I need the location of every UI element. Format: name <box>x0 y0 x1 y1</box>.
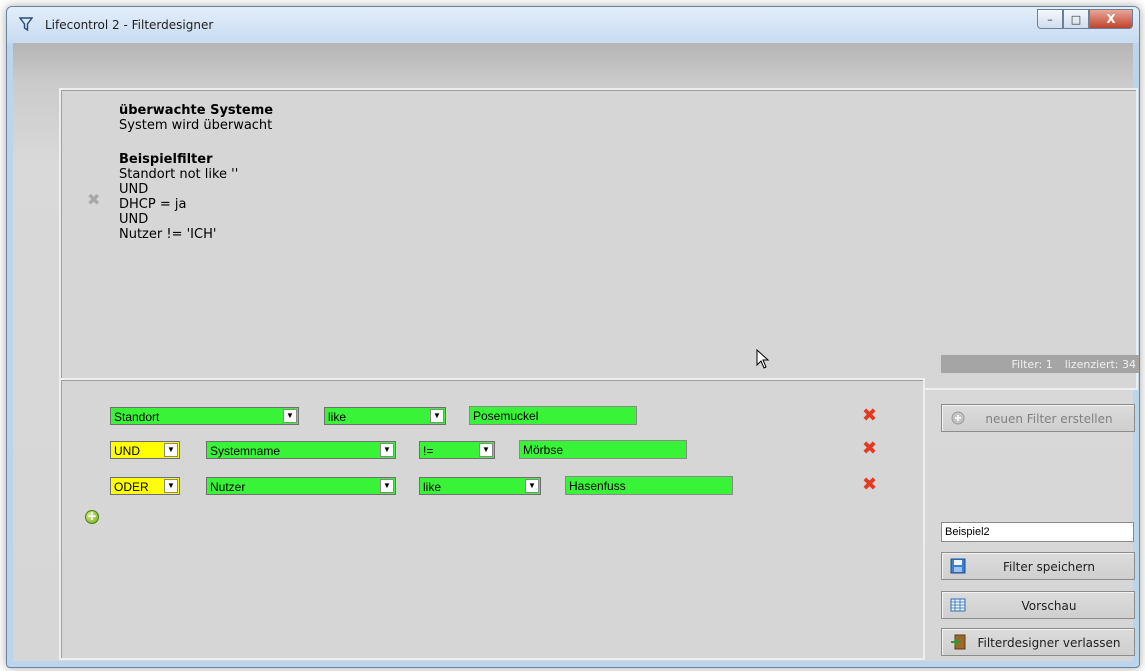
mouse-cursor-icon <box>756 348 770 373</box>
operator-dropdown[interactable]: like ▼ <box>324 407 446 425</box>
operator-dropdown-value: != <box>423 444 434 458</box>
maximize-icon: □ <box>1070 12 1082 26</box>
save-filter-label: Filter speichern <box>1002 560 1096 574</box>
chevron-down-icon[interactable]: ▼ <box>164 443 178 457</box>
window-controls: – □ X <box>1037 9 1133 29</box>
delete-condition-icon[interactable]: ✖ <box>862 440 877 458</box>
operator-dropdown[interactable]: != ▼ <box>419 441 495 459</box>
operator-dropdown-value: like <box>423 480 442 494</box>
value-field[interactable]: Mörbse <box>519 440 687 459</box>
operator-dropdown-value: like <box>328 410 347 424</box>
chevron-down-icon[interactable]: ▼ <box>525 479 539 493</box>
connector-dropdown[interactable]: UND ▼ <box>110 441 180 459</box>
connector-dropdown[interactable]: ODER ▼ <box>110 477 180 495</box>
monitored-text: System wird überwacht <box>119 118 273 133</box>
close-button[interactable]: X <box>1089 9 1133 29</box>
filter-editor-panel: Standort ▼ like ▼ Posemuckel ✖ UND ▼ Sys… <box>59 378 925 660</box>
field-dropdown[interactable]: Nutzer ▼ <box>206 477 396 495</box>
delete-condition-icon[interactable]: ✖ <box>862 407 877 425</box>
connector-dropdown-value: UND <box>114 444 140 458</box>
window-title: Lifecontrol 2 - Filterdesigner <box>45 18 214 32</box>
field-dropdown-value: Nutzer <box>210 480 246 494</box>
chevron-down-icon[interactable]: ▼ <box>479 443 493 457</box>
filter-name: Beispielfilter <box>119 152 213 167</box>
filter-preview-panel: überwachte Systeme System wird überwacht… <box>59 88 1138 390</box>
field-dropdown-value: Systemname <box>210 444 281 458</box>
minimize-icon: – <box>1047 12 1053 26</box>
monitored-heading: überwachte Systeme <box>119 103 274 118</box>
filter-line: UND <box>119 182 149 197</box>
remove-filter-icon[interactable]: ✖ <box>87 190 100 209</box>
filter-name-input[interactable] <box>941 522 1134 542</box>
funnel-icon <box>18 16 34 35</box>
value-field[interactable]: Posemuckel <box>469 406 637 425</box>
filter-line: UND <box>119 212 149 227</box>
filter-line: DHCP = ja <box>119 197 187 212</box>
minimize-button[interactable]: – <box>1037 9 1063 29</box>
filter-line: Standort not like '' <box>119 167 239 182</box>
client-area: überwachte Systeme System wird überwacht… <box>13 43 1139 661</box>
chevron-down-icon[interactable]: ▼ <box>164 479 178 493</box>
new-filter-label: neuen Filter erstellen <box>985 412 1113 426</box>
operator-dropdown[interactable]: like ▼ <box>419 477 541 495</box>
exit-designer-label: Filterdesigner verlassen <box>977 636 1121 650</box>
chevron-down-icon[interactable]: ▼ <box>430 409 444 423</box>
chevron-down-icon[interactable]: ▼ <box>283 409 297 423</box>
title-bar[interactable]: Lifecontrol 2 - Filterdesigner – □ X <box>7 7 1139 43</box>
new-filter-button[interactable]: neuen Filter erstellen <box>941 404 1135 432</box>
save-filter-button[interactable]: Filter speichern <box>941 552 1135 580</box>
preview-label: Vorschau <box>1021 599 1077 613</box>
field-dropdown[interactable]: Systemname ▼ <box>206 441 396 459</box>
add-condition-icon[interactable]: + <box>85 510 99 524</box>
licensed-count: lizenziert: 34 <box>1064 357 1136 371</box>
chevron-down-icon[interactable]: ▼ <box>380 479 394 493</box>
filter-line: Nutzer != 'ICH' <box>119 227 217 242</box>
chevron-down-icon[interactable]: ▼ <box>380 443 394 457</box>
app-window: Lifecontrol 2 - Filterdesigner – □ X übe… <box>6 6 1140 668</box>
close-icon: X <box>1106 12 1116 26</box>
exit-designer-button[interactable]: Filterdesigner verlassen <box>941 628 1135 656</box>
status-bar: Filter: 1 lizenziert: 34 <box>941 355 1139 373</box>
delete-condition-icon[interactable]: ✖ <box>862 476 877 494</box>
maximize-button[interactable]: □ <box>1063 9 1089 29</box>
filter-count: Filter: 1 <box>1011 357 1053 371</box>
value-field[interactable]: Hasenfuss <box>565 476 733 495</box>
preview-button[interactable]: Vorschau <box>941 591 1135 619</box>
connector-dropdown-value: ODER <box>114 480 149 494</box>
field-dropdown[interactable]: Standort ▼ <box>110 407 299 425</box>
field-dropdown-value: Standort <box>114 410 160 424</box>
